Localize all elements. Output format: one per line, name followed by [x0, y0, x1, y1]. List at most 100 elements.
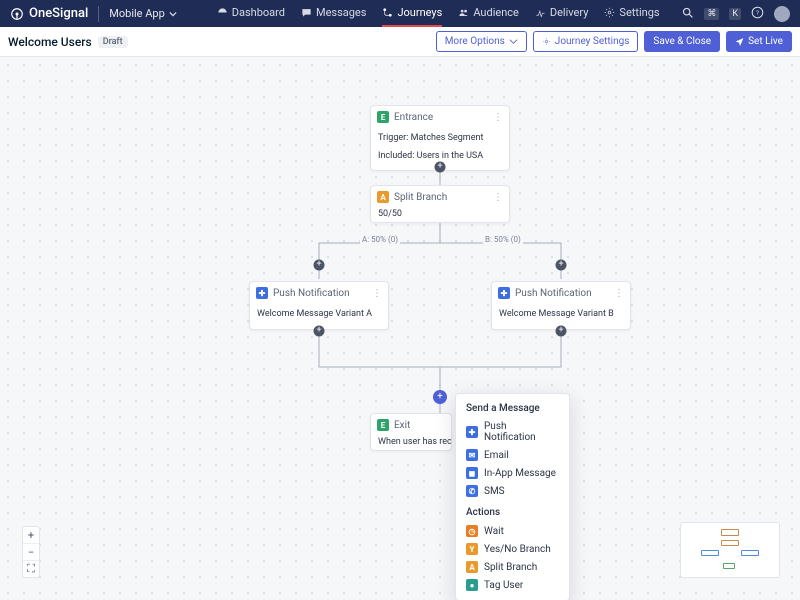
btn-label: Journey Settings — [555, 36, 630, 47]
app-switcher-label: Mobile App — [109, 7, 165, 20]
gear-icon — [542, 37, 551, 46]
popover-label: Email — [484, 450, 509, 461]
split-icon: A — [377, 191, 389, 203]
popover-item-push[interactable]: ✚ Push Notification — [460, 418, 565, 446]
set-live-button[interactable]: Set Live — [726, 31, 792, 52]
add-step-button[interactable]: + — [314, 260, 325, 271]
node-push-a[interactable]: ✚ Push Notification ⋮ Welcome Message Va… — [249, 281, 389, 330]
wait-icon: ◷ — [466, 525, 478, 537]
primary-nav: Dashboard Messages Journeys Audience Del… — [217, 0, 660, 27]
onesignal-icon — [10, 7, 24, 21]
node-push-b[interactable]: ✚ Push Notification ⋮ Welcome Message Va… — [491, 281, 631, 330]
popover-item-yesno[interactable]: Y Yes/No Branch — [460, 540, 565, 558]
nav-settings[interactable]: Settings — [604, 0, 659, 27]
node-menu-button[interactable]: ⋮ — [493, 192, 503, 203]
edge-label-a: A: 50% (0) — [360, 235, 400, 244]
popover-label: In-App Message — [484, 468, 556, 479]
node-menu-button[interactable]: ⋮ — [614, 288, 624, 299]
node-title: Exit — [394, 420, 410, 431]
push-icon: ✚ — [498, 287, 510, 299]
split-icon: A — [466, 561, 478, 573]
shortcut-cmd: ⌘ — [704, 8, 719, 20]
btn-label: More Options — [445, 36, 505, 47]
branch-icon: Y — [466, 543, 478, 555]
journey-title-area: Welcome Users Draft — [8, 35, 128, 49]
nav-dashboard[interactable]: Dashboard — [217, 0, 285, 27]
add-step-button[interactable]: + — [556, 326, 567, 337]
popover-label: Wait — [484, 526, 504, 537]
popover-item-tag[interactable]: ●Tag User — [460, 576, 565, 594]
zoom-in-button[interactable]: + — [23, 527, 39, 543]
help-icon: ? — [751, 6, 764, 19]
push-icon: ✚ — [466, 426, 478, 438]
more-options-button[interactable]: More Options — [436, 31, 527, 52]
journey-canvas[interactable]: A: 50% (0) B: 50% (0) E Entrance ⋮ Trigg… — [0, 57, 800, 600]
inapp-icon: ◼ — [466, 467, 478, 479]
nav-audience[interactable]: Audience — [458, 0, 519, 27]
popover-label: Push Notification — [484, 421, 559, 443]
status-badge: Draft — [98, 36, 128, 48]
send-icon — [735, 37, 744, 46]
chevron-down-icon — [509, 37, 518, 46]
zoom-out-button[interactable]: − — [23, 544, 39, 560]
node-title: Push Notification — [273, 288, 350, 299]
nav-delivery[interactable]: Delivery — [535, 0, 589, 27]
minimap[interactable] — [680, 522, 780, 578]
save-close-button[interactable]: Save & Close — [644, 31, 720, 52]
avatar[interactable] — [774, 6, 790, 22]
nav-messages[interactable]: Messages — [301, 0, 366, 27]
add-step-button[interactable]: + — [314, 326, 325, 337]
add-step-button[interactable]: + — [435, 162, 446, 173]
tag-icon: ● — [466, 579, 478, 591]
nav-label: Journeys — [397, 6, 442, 19]
btn-label: Save & Close — [653, 36, 711, 47]
help-button[interactable]: ? — [751, 6, 764, 22]
app-switcher[interactable]: Mobile App — [109, 7, 177, 20]
node-title: Push Notification — [515, 288, 592, 299]
popover-item-sms[interactable]: ✆ SMS — [460, 482, 565, 500]
search-button[interactable] — [681, 6, 694, 22]
popover-label: Yes/No Branch — [484, 544, 551, 555]
nav-journeys[interactable]: Journeys — [382, 0, 442, 27]
entrance-trigger: Trigger: Matches Segment — [378, 132, 502, 146]
btn-label: Set Live — [748, 36, 783, 47]
topbar-actions: ⌘ K ? — [681, 6, 790, 22]
chat-icon — [301, 7, 312, 18]
fit-view-button[interactable]: ⛶ — [23, 561, 39, 577]
brand-logo[interactable]: OneSignal — [10, 6, 88, 21]
entrance-icon: E — [377, 111, 389, 123]
popover-label: SMS — [484, 486, 505, 497]
popover-item-inapp[interactable]: ◼ In-App Message — [460, 464, 565, 482]
popover-item-email[interactable]: ✉Email — [460, 446, 565, 464]
zoom-controls: + − ⛶ — [22, 526, 40, 578]
delivery-icon — [535, 7, 546, 18]
add-step-button[interactable]: + — [556, 260, 567, 271]
journey-settings-button[interactable]: Journey Settings — [533, 31, 639, 52]
gauge-icon — [217, 7, 228, 18]
svg-text:?: ? — [756, 8, 759, 16]
users-icon — [458, 7, 469, 18]
gear-icon — [604, 7, 615, 18]
node-title: Entrance — [394, 112, 433, 123]
popover-section-messages: Send a Message — [460, 400, 565, 418]
nav-label: Delivery — [550, 6, 589, 19]
popover-item-split[interactable]: A Split Branch — [460, 558, 565, 576]
sms-icon: ✆ — [466, 485, 478, 497]
popover-item-wait[interactable]: ◷ Wait — [460, 522, 565, 540]
node-split[interactable]: A Split Branch ⋮ 50/50 — [370, 185, 510, 223]
search-icon — [681, 6, 694, 19]
edge-label-b: B: 50% (0) — [483, 235, 523, 244]
node-exit[interactable]: E Exit When user has received all — [370, 413, 452, 451]
exit-icon: E — [377, 419, 389, 431]
chevron-down-icon — [169, 10, 177, 18]
node-menu-button[interactable]: ⋮ — [372, 288, 382, 299]
nav-label: Settings — [619, 6, 659, 19]
journey-toolbar: More Options Journey Settings Save & Clo… — [436, 31, 792, 52]
nav-label: Messages — [316, 6, 366, 19]
brand-name: OneSignal — [29, 6, 88, 21]
popover-section-actions: Actions — [460, 504, 565, 522]
add-step-button-active[interactable]: + — [433, 390, 447, 404]
push-icon: ✚ — [256, 287, 268, 299]
popover-label: Split Branch — [484, 562, 537, 573]
node-menu-button[interactable]: ⋮ — [493, 112, 503, 123]
